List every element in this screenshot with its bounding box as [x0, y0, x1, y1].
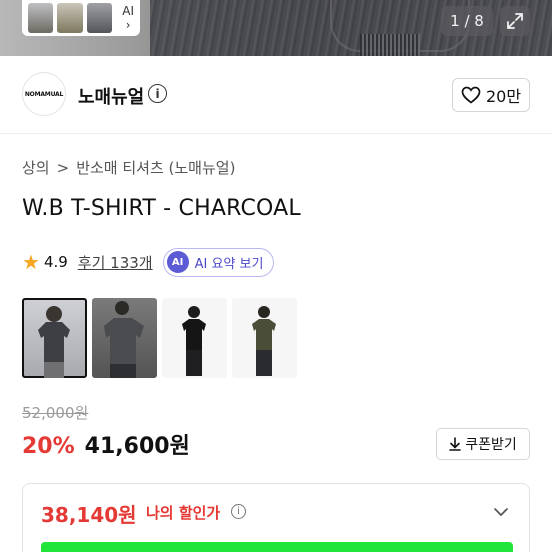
- brand-row: NOMAMUAL 노매뉴얼 i 20만: [0, 56, 552, 134]
- reviews-link[interactable]: 후기 133개: [78, 252, 153, 273]
- gallery-thumbnail[interactable]: [22, 298, 87, 378]
- hero-thumbnail[interactable]: [86, 3, 113, 33]
- original-price: 52,000원: [22, 404, 89, 422]
- download-icon: [449, 437, 462, 451]
- ai-badge-icon: AI: [166, 251, 189, 273]
- product-gallery: [22, 298, 297, 378]
- price-row: 20% 41,600원: [22, 428, 190, 460]
- info-icon[interactable]: i: [148, 84, 167, 103]
- coupon-label: 쿠폰받기: [465, 437, 517, 453]
- chevron-right-icon: ›: [125, 18, 131, 32]
- hero-thumbnail[interactable]: [28, 3, 54, 33]
- product-title: W.B T-SHIRT - CHARCOAL: [22, 196, 301, 221]
- rating-value: 4.9: [43, 253, 68, 271]
- hero-ai-tag: AI: [122, 4, 135, 18]
- breadcrumb: 상의 > 반소매 티셔츠 (노매뉴얼): [22, 157, 235, 178]
- current-price: 41,600원: [84, 434, 190, 459]
- brand-logo[interactable]: NOMAMUAL: [22, 72, 66, 116]
- expand-icon: [507, 13, 523, 29]
- my-discount-label: 나의 할인가: [146, 504, 221, 522]
- breadcrumb-subcategory[interactable]: 반소매 티셔츠 (노매뉴얼): [76, 157, 235, 178]
- image-counter: 1 / 8: [441, 6, 493, 36]
- discount-rate: 20%: [22, 434, 75, 459]
- info-icon[interactable]: i: [231, 504, 246, 519]
- ai-summary-button[interactable]: AI AI 요약 보기: [162, 247, 275, 277]
- like-button[interactable]: 20만: [452, 78, 530, 112]
- breadcrumb-category[interactable]: 상의: [22, 157, 50, 178]
- expand-button[interactable]: [500, 6, 530, 36]
- my-discount-box[interactable]: 38,140원 나의 할인가 i: [22, 483, 530, 552]
- hero-thumbnail[interactable]: [57, 3, 83, 33]
- hero-thumbnail-strip[interactable]: AI ›: [22, 0, 140, 36]
- my-discount-price: 38,140원: [41, 503, 137, 527]
- gallery-photo: [38, 306, 70, 378]
- like-count: 20만: [485, 87, 522, 106]
- chevron-down-icon[interactable]: [493, 504, 509, 520]
- gallery-thumbnail[interactable]: [92, 298, 157, 378]
- heart-icon: [461, 86, 481, 104]
- coupon-button[interactable]: 쿠폰받기: [436, 428, 530, 460]
- promo-banner[interactable]: [41, 542, 513, 552]
- rating-row: ★ 4.9 후기 133개 AI AI 요약 보기: [22, 247, 275, 277]
- star-icon: ★: [22, 250, 40, 274]
- gallery-photo: [182, 306, 206, 376]
- gallery-photo: [252, 306, 276, 376]
- hero-fray-detail: [360, 34, 420, 56]
- ai-summary-label: AI 요약 보기: [194, 256, 264, 272]
- gallery-photo: [104, 301, 144, 378]
- breadcrumb-separator: >: [56, 158, 70, 177]
- gallery-thumbnail[interactable]: [162, 298, 227, 378]
- brand-name[interactable]: 노매뉴얼: [78, 83, 144, 109]
- gallery-thumbnail[interactable]: [232, 298, 297, 378]
- hero-ai-link[interactable]: AI ›: [122, 4, 134, 32]
